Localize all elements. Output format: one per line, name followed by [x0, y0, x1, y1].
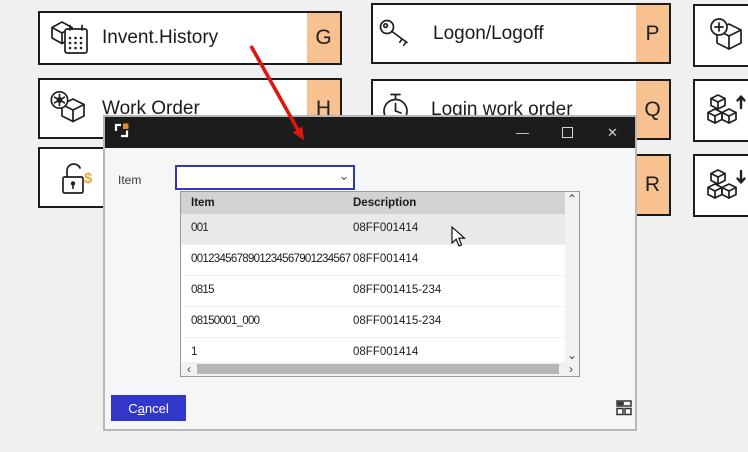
scrollbar-thumb[interactable] [197, 364, 559, 374]
horizontal-scrollbar[interactable]: ‹ › [181, 362, 579, 376]
cell-description: 08FF001414 [353, 346, 418, 358]
grid-row[interactable]: 08150001_000 08FF001415-234 [181, 307, 565, 338]
scroll-up-icon[interactable]: ⌃ [565, 193, 579, 207]
cancel-label-part: ncel [145, 401, 169, 416]
menu-tile-cubes-up[interactable] [693, 79, 748, 142]
cube-gear-icon [46, 89, 92, 129]
item-combobox[interactable]: ⌄ [175, 165, 355, 190]
dialog-titlebar[interactable]: — ✕ [105, 117, 635, 148]
item-picker-dialog: — ✕ Item ⌄ Item Description 001 08FF0014… [103, 115, 637, 431]
app-logo-icon [113, 122, 130, 144]
tile-label-fragment: $ [84, 170, 92, 187]
vertical-scrollbar[interactable]: ⌃ ⌄ [565, 192, 579, 363]
chevron-down-icon: ⌄ [335, 171, 353, 181]
grid-row[interactable]: 001 08FF001414 [181, 214, 565, 245]
hotkey-badge: P [636, 5, 669, 62]
grid-row[interactable]: 0815 08FF001415-234 [181, 276, 565, 307]
grid-header-item: Item [191, 197, 215, 209]
menu-tile-cube-add[interactable] [693, 4, 748, 67]
dialog-body: Item ⌄ Item Description 001 08FF001414 0… [105, 148, 635, 429]
hotkey-badge: G [307, 13, 340, 63]
app-background: Invent.History G Work Order H [0, 0, 748, 452]
grid-row[interactable]: 0012345678901234567901234567 08FF001414 [181, 245, 565, 276]
minimize-icon: — [516, 125, 529, 140]
key-icon [377, 17, 421, 51]
cell-description: 08FF001415-234 [353, 284, 441, 296]
tile-label: Invent.History [102, 27, 307, 49]
close-button[interactable]: ✕ [590, 117, 635, 148]
grid-header-row: Item Description [181, 192, 579, 214]
minimize-button[interactable]: — [500, 117, 545, 148]
hotkey-badge: R [636, 156, 669, 214]
cell-description: 08FF001415-234 [353, 315, 441, 327]
cancel-label-part: C [128, 401, 137, 416]
cancel-button[interactable]: Cancel [111, 395, 186, 421]
maximize-icon [562, 127, 573, 138]
cancel-label-accel: a [138, 401, 145, 416]
cell-description: 08FF001414 [353, 222, 418, 234]
menu-tile-invent-history[interactable]: Invent.History G [38, 11, 342, 65]
cell-item: 0012345678901234567901234567 [191, 253, 350, 265]
grid-header-description: Description [353, 197, 416, 209]
menu-tile-cubes-down[interactable] [693, 154, 748, 217]
layout-view-button[interactable] [615, 398, 635, 418]
cube-calendar-icon [48, 19, 94, 57]
hotkey-badge: Q [636, 81, 669, 138]
scroll-right-icon[interactable]: › [564, 363, 578, 375]
cell-item: 08150001_000 [191, 315, 259, 327]
item-dropdown-grid: Item Description 001 08FF001414 00123456… [180, 191, 580, 377]
menu-tile-logon-logoff[interactable]: Logon/Logoff P [371, 3, 671, 64]
maximize-button[interactable] [545, 117, 590, 148]
cell-item: 0815 [191, 284, 214, 296]
item-field-label: Item [118, 173, 141, 187]
form-layout-icon [615, 398, 634, 417]
cube-plus-icon [707, 17, 745, 55]
cell-description: 08FF001414 [353, 253, 418, 265]
cell-item: 001 [191, 222, 208, 234]
scroll-down-icon[interactable]: ⌄ [565, 349, 579, 363]
cubes-arrow-down-icon [707, 168, 747, 204]
cell-item: 1 [191, 346, 197, 358]
tile-label: Logon/Logoff [433, 23, 636, 45]
close-icon: ✕ [607, 125, 618, 141]
cubes-arrow-up-icon [707, 93, 747, 129]
scroll-left-icon[interactable]: ‹ [182, 363, 196, 375]
